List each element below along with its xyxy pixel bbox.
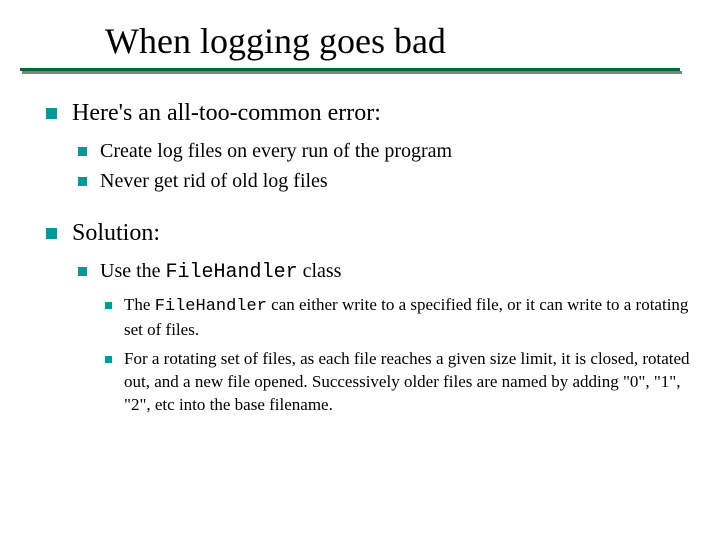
bullet-icon — [78, 177, 87, 186]
bullet-text: Solution: — [72, 220, 160, 246]
slide: When logging goes bad Here's an all-too-… — [0, 0, 720, 540]
bullet-text: Here's an all-too-common error: — [72, 100, 381, 126]
bullet-icon — [46, 108, 57, 119]
bullet-icon — [78, 267, 87, 276]
list-item: Here's an all-too-common error: Create l… — [40, 98, 692, 208]
list-item: For a rotating set of files, as each fil… — [100, 348, 692, 417]
bullet-text: Use the FileHandler class — [100, 260, 341, 282]
bullet-text: For a rotating set of files, as each fil… — [124, 349, 690, 414]
list-item: The FileHandler can either write to a sp… — [100, 294, 692, 342]
list-item: Solution: Use the FileHandler class The … — [40, 218, 692, 417]
bullet-icon — [105, 302, 112, 309]
slide-title: When logging goes bad — [105, 20, 446, 62]
list-item: Use the FileHandler class The FileHandle… — [72, 258, 692, 417]
bullet-icon — [46, 228, 57, 239]
list-item: Never get rid of old log files — [72, 168, 692, 194]
bullet-text: Create log files on every run of the pro… — [100, 140, 452, 162]
slide-content: Here's an all-too-common error: Create l… — [40, 98, 692, 427]
bullet-icon — [105, 356, 112, 363]
code-text: FileHandler — [155, 297, 267, 316]
code-text: FileHandler — [166, 261, 298, 284]
bullet-icon — [78, 147, 87, 156]
list-item: Create log files on every run of the pro… — [72, 138, 692, 164]
bullet-text: Never get rid of old log files — [100, 170, 328, 192]
bullet-text: The FileHandler can either write to a sp… — [124, 295, 688, 339]
title-underline — [0, 66, 720, 80]
